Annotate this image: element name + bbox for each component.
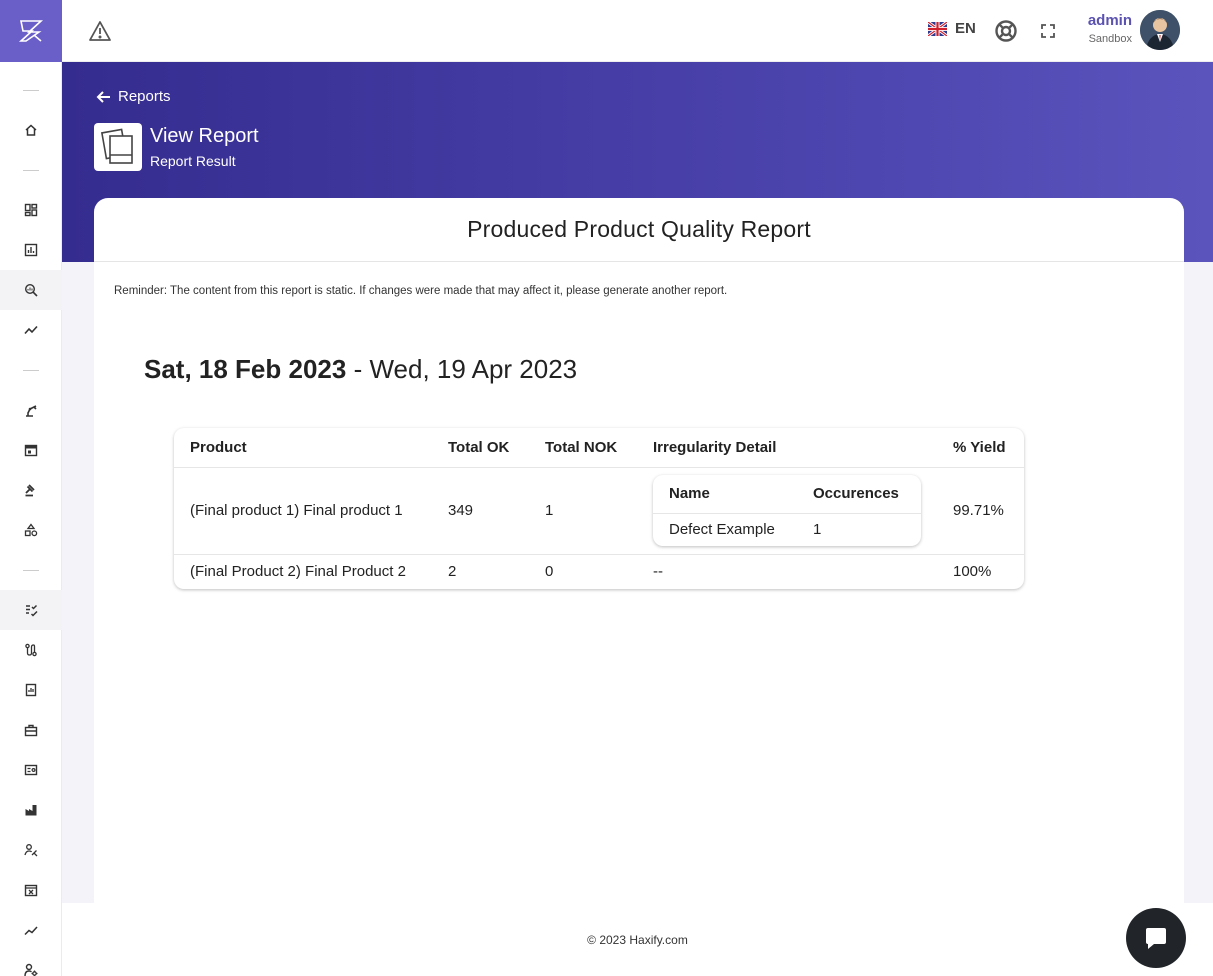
id-card-icon (24, 764, 38, 776)
column-header: Occurences (797, 475, 921, 514)
signature-icon (24, 844, 38, 857)
chat-button[interactable] (1126, 908, 1186, 968)
column-header: Irregularity Detail (637, 428, 937, 468)
lifebuoy-icon[interactable] (992, 17, 1020, 45)
sidebar-item-trend[interactable] (0, 310, 62, 350)
yield-cell: 99.71% (937, 467, 1024, 555)
column-header: Name (653, 475, 797, 514)
column-header: Product (174, 428, 432, 468)
sidebar-item-factory[interactable] (0, 790, 62, 830)
back-link[interactable]: Reports (96, 88, 171, 105)
date-start: Sat, 18 Feb 2023 (144, 354, 347, 384)
sidebar (0, 0, 62, 976)
user-name: admin (1087, 12, 1132, 29)
shapes-icon (24, 523, 38, 537)
report-table: Product Total OK Total NOK Irregularity … (174, 428, 1024, 589)
irregularity-cell: -- (653, 563, 663, 581)
column-header: Total OK (432, 428, 529, 468)
sidebar-item-robot-arm[interactable] (0, 390, 62, 430)
date-separator: - (346, 354, 370, 384)
arrow-left-icon (96, 90, 110, 103)
sidebar-item-id-card[interactable] (0, 750, 62, 790)
sidebar-divider (0, 550, 62, 590)
haxify-logo-icon[interactable] (0, 0, 62, 62)
sidebar-item-bar-chart[interactable] (0, 230, 62, 270)
gavel-icon (25, 484, 35, 497)
search-analytics-icon (24, 283, 38, 297)
report-icon (25, 683, 37, 697)
table-row: (Final product 1) Final product 1 349 1 … (174, 467, 1024, 555)
calendar-icon (24, 444, 38, 457)
page-title: View Report (150, 125, 259, 147)
user-settings-icon (24, 963, 38, 976)
total-ok-cell: 349 (432, 467, 529, 555)
back-link-label: Reports (118, 88, 171, 105)
user-role: Sandbox (1088, 33, 1132, 45)
bar-chart-icon (24, 243, 38, 257)
product-cell: (Final Product 2) Final Product 2 (190, 563, 406, 581)
report-card: Produced Product Quality Report Reminder… (94, 198, 1184, 903)
irregularity-row: Defect Example 1 (653, 513, 921, 546)
route-icon (25, 643, 37, 657)
avatar[interactable] (1140, 10, 1180, 50)
sidebar-item-route[interactable] (0, 630, 62, 670)
sidebar-item-signature[interactable] (0, 830, 62, 870)
copyright-text: © 2023 Haxify.com (587, 932, 688, 947)
sidebar-divider (0, 350, 62, 390)
factory-icon (25, 805, 37, 816)
defect-count-cell: 1 (813, 521, 822, 539)
date-range: Sat, 18 Feb 2023 - Wed, 19 Apr 2023 (144, 354, 577, 385)
sidebar-item-line-chart[interactable] (0, 910, 62, 950)
table-header-row: Product Total OK Total NOK Irregularity … (174, 428, 1024, 468)
irregularity-header-row: Name Occurences (653, 475, 921, 514)
chat-bubble-icon (1146, 928, 1166, 949)
column-header: Total NOK (529, 428, 637, 468)
table-row: (Final Product 2) Final Product 2 2 0 --… (174, 554, 1024, 589)
sidebar-menu (0, 70, 62, 976)
footer: © 2023 Haxify.com (62, 903, 1213, 976)
report-pages-icon (94, 123, 142, 171)
product-cell: (Final product 1) Final product 1 (174, 467, 432, 555)
sidebar-item-home[interactable] (0, 110, 62, 150)
reminder-text: Reminder: The content from this report i… (114, 285, 728, 297)
warning-icon[interactable] (86, 17, 114, 45)
total-ok-cell: 2 (448, 563, 457, 581)
total-nok-cell: 0 (545, 563, 554, 581)
date-end: Wed, 19 Apr 2023 (369, 354, 578, 384)
sidebar-item-toolbox[interactable] (0, 710, 62, 750)
language-selector[interactable]: EN (928, 20, 976, 37)
irregularity-cell: Name Occurences Defect Example 1 (637, 467, 937, 555)
fullscreen-icon[interactable] (1034, 17, 1062, 45)
total-nok-cell: 1 (529, 467, 637, 555)
sidebar-item-gavel[interactable] (0, 470, 62, 510)
irregularity-table: Name Occurences Defect Example 1 (653, 475, 921, 546)
sidebar-item-checklist[interactable] (0, 590, 62, 630)
uk-flag-icon (928, 21, 947, 36)
checklist-icon (26, 604, 38, 617)
sidebar-item-dashboard[interactable] (0, 190, 62, 230)
calendar-x-icon (24, 884, 38, 897)
topbar: EN admin Sandbox (62, 0, 1213, 62)
sidebar-item-shapes[interactable] (0, 510, 62, 550)
trend-icon (24, 325, 38, 335)
sidebar-item-calendar[interactable] (0, 430, 62, 470)
report-title: Produced Product Quality Report (94, 198, 1184, 262)
sidebar-item-search-analytics[interactable] (0, 270, 62, 310)
dashboard-icon (24, 203, 38, 217)
user-menu[interactable]: admin Sandbox (1082, 12, 1132, 45)
sidebar-item-report[interactable] (0, 670, 62, 710)
sidebar-item-user-settings[interactable] (0, 950, 62, 976)
column-header: % Yield (937, 428, 1024, 468)
defect-name-cell: Defect Example (669, 521, 775, 539)
sidebar-divider (0, 70, 62, 110)
language-label: EN (955, 20, 976, 37)
home-icon (25, 124, 37, 136)
yield-cell: 100% (953, 563, 992, 581)
toolbox-icon (24, 724, 38, 737)
sidebar-divider (0, 150, 62, 190)
line-chart-icon (24, 926, 38, 936)
robot-arm-icon (26, 405, 37, 417)
page-subtitle: Report Result (150, 153, 236, 169)
sidebar-item-calendar-x[interactable] (0, 870, 62, 910)
